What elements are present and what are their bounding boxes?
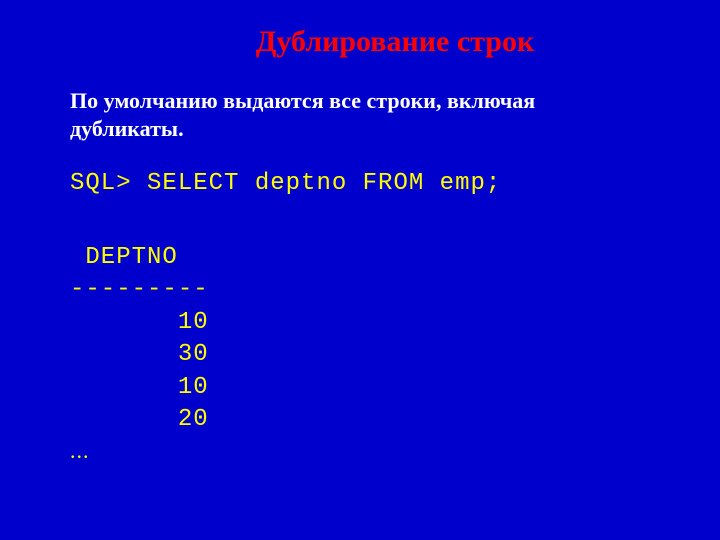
output-row: 20 bbox=[70, 404, 650, 436]
output-column-header: DEPTNO bbox=[70, 242, 650, 274]
sql-query-line: SQL> SELECT deptno FROM emp; bbox=[70, 170, 650, 197]
output-row: 10 bbox=[70, 307, 650, 339]
sql-prompt: SQL> bbox=[70, 170, 132, 197]
sql-statement: SELECT deptno FROM emp; bbox=[147, 170, 501, 197]
output-divider: --------- bbox=[70, 274, 650, 306]
output-row: 10 bbox=[70, 372, 650, 404]
output-row: 30 bbox=[70, 339, 650, 371]
output-ellipsis: ... bbox=[70, 436, 650, 466]
slide-title: Дублирование строк bbox=[140, 25, 650, 59]
sql-output: DEPTNO --------- 10 30 10 20 ... bbox=[70, 242, 650, 466]
slide-subtitle: По умолчанию выдаются все строки, включа… bbox=[70, 87, 650, 142]
